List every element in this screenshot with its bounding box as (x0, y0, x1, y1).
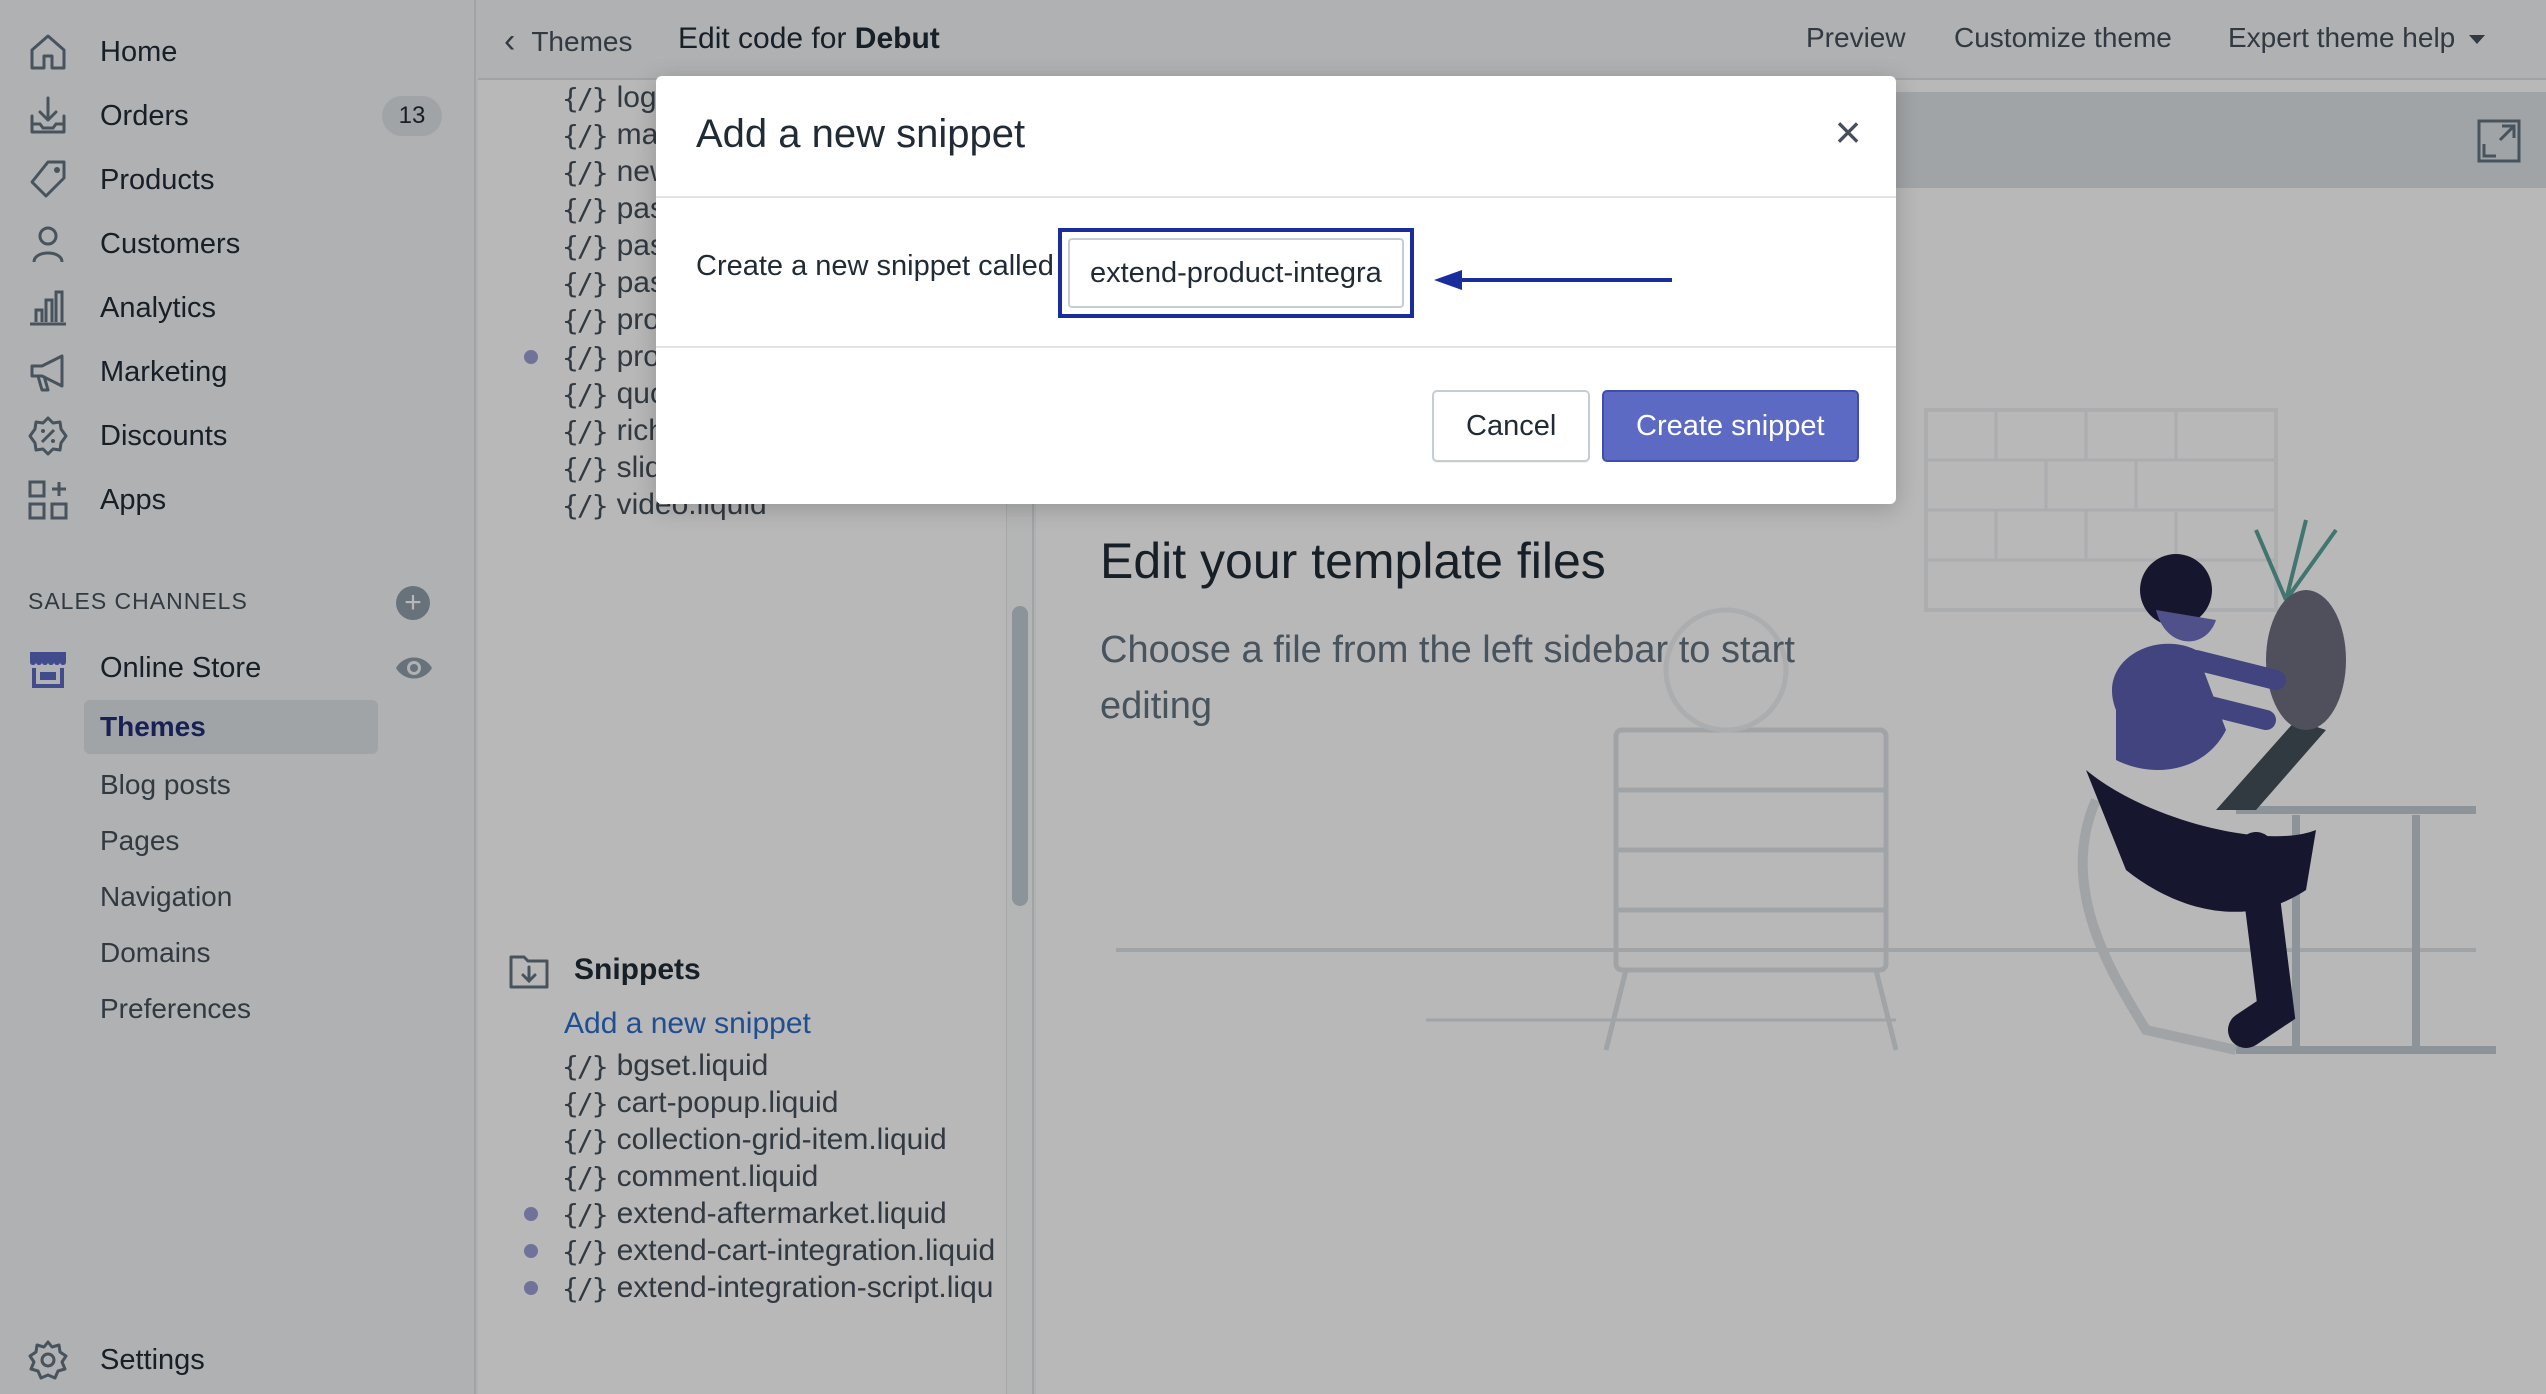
close-icon[interactable]: × (1824, 108, 1872, 156)
cancel-button[interactable]: Cancel (1432, 390, 1591, 462)
arrow-left-icon (1434, 270, 1672, 290)
modal-title: Add a new snippet (696, 112, 1026, 156)
create-snippet-button[interactable]: Create snippet (1602, 390, 1859, 462)
add-snippet-modal: Add a new snippet × Create a new snippet… (656, 76, 1896, 504)
modal-body: Create a new snippet called (656, 198, 1896, 348)
snippet-name-input[interactable] (1068, 238, 1404, 308)
modal-footer: Cancel Create snippet (656, 348, 1896, 504)
snippet-name-label: Create a new snippet called (696, 250, 1054, 282)
modal-header: Add a new snippet × (656, 76, 1896, 198)
